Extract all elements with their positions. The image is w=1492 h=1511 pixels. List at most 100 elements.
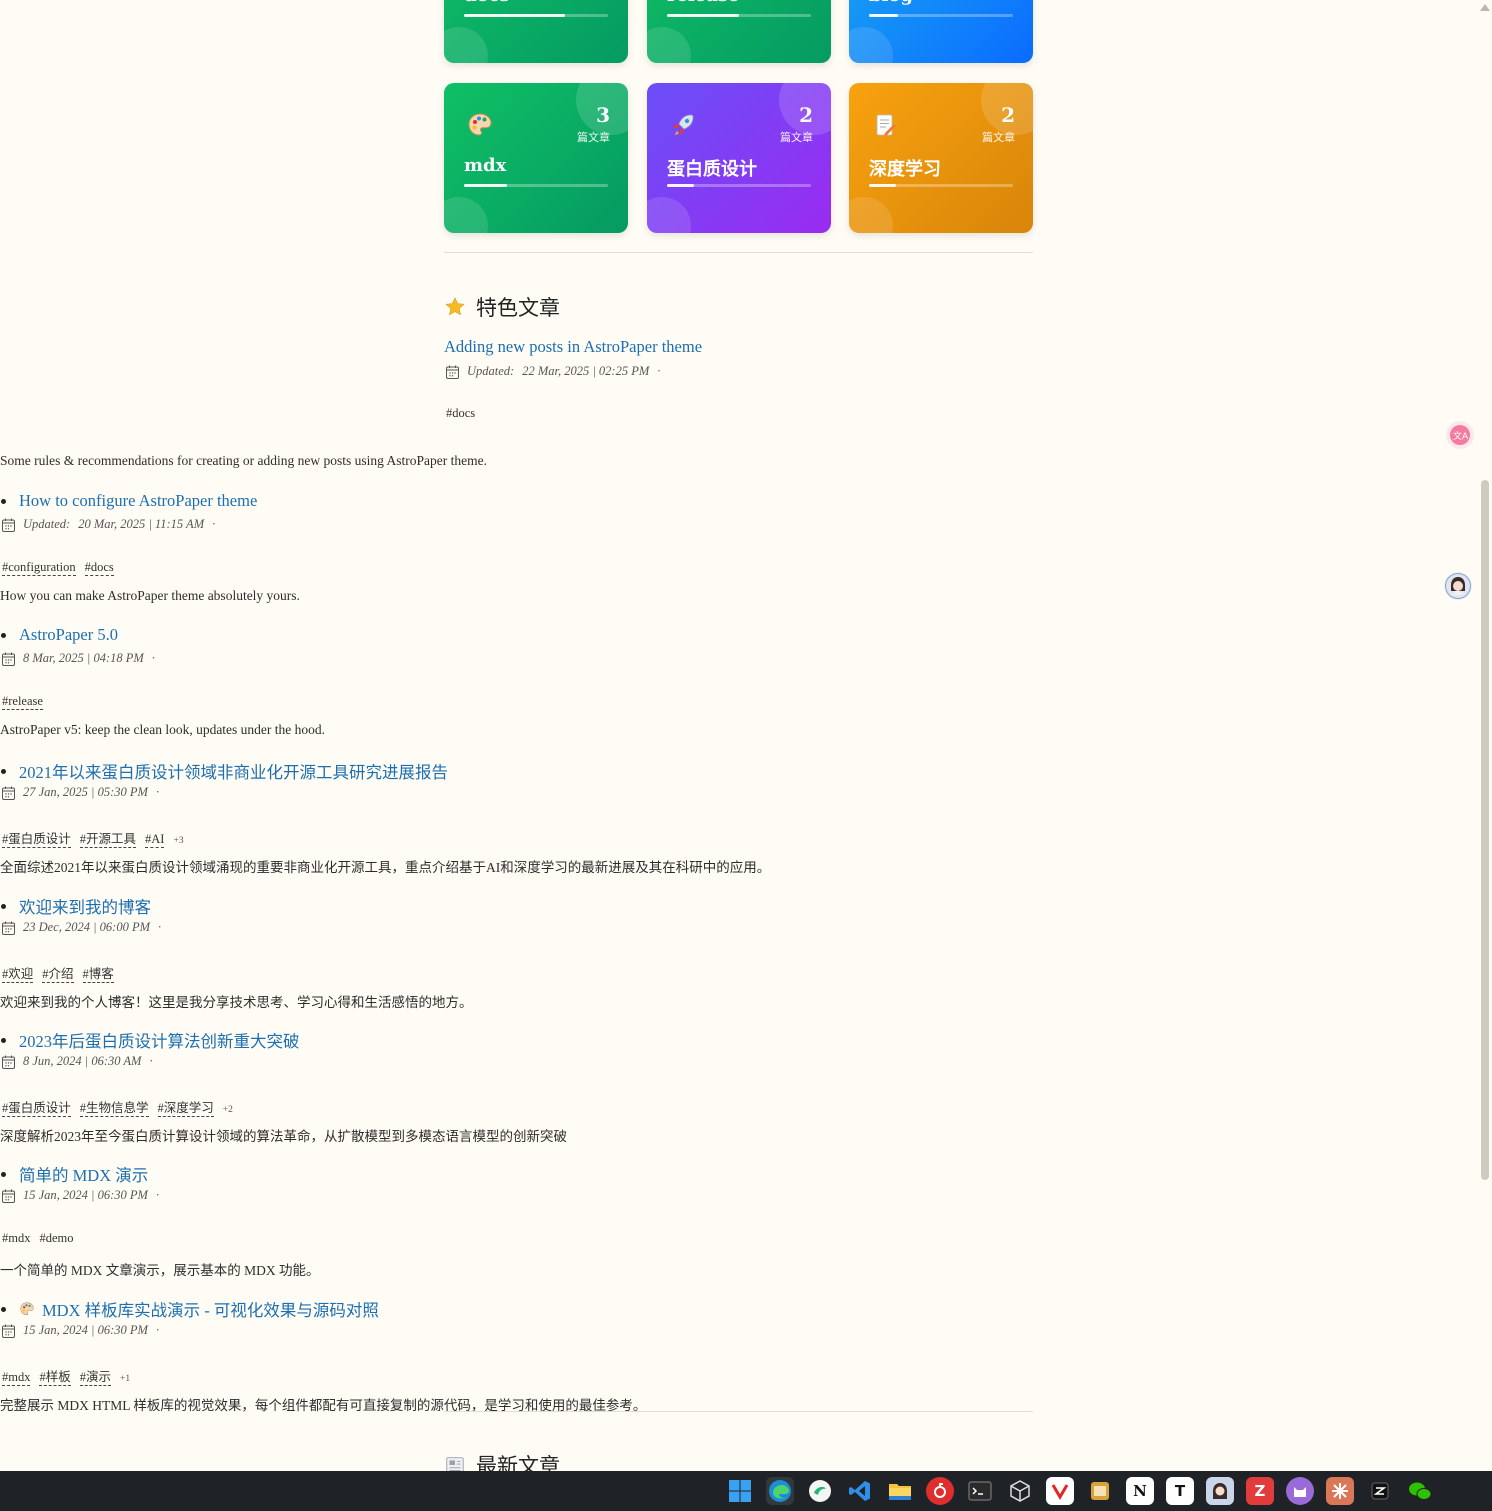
category-card-protein-design[interactable]: 2 篇文章 蛋白质设计 [647, 83, 831, 233]
typora-icon[interactable]: T [1166, 1477, 1194, 1505]
vscode-icon[interactable] [846, 1477, 874, 1505]
list-item: 2023年后蛋白质设计算法创新重大突破 [0, 1028, 300, 1052]
progress-bar [667, 14, 811, 17]
category-card-docs[interactable]: docs [444, 0, 628, 63]
app-green-icon[interactable] [806, 1477, 834, 1505]
post-date: 27 Jan, 2025 | 05:30 PM [23, 785, 148, 799]
post-meta: 27 Jan, 2025 | 05:30 PM · [2, 785, 159, 800]
list-item: 简单的 MDX 演示 [0, 1162, 148, 1186]
avatar-app-icon[interactable] [1206, 1477, 1234, 1505]
meta-separator: · [212, 517, 216, 531]
tag-link[interactable]: #博客 [82, 963, 114, 983]
post-date: 15 Jan, 2024 | 06:30 PM [23, 1188, 148, 1202]
list-item: 2021年以来蛋白质设计领域非商业化开源工具研究进展报告 [0, 759, 448, 783]
post-title-link[interactable]: How to configure AstroPaper theme [19, 491, 257, 511]
tag-link[interactable]: #configuration [2, 560, 76, 576]
netease-music-icon[interactable] [926, 1477, 954, 1505]
post-date: 20 Mar, 2025 | 11:15 AM [78, 517, 205, 531]
tag-link[interactable]: #蛋白质设计 [2, 828, 71, 848]
scroll-up-arrow[interactable] [1480, 4, 1490, 11]
tag-link[interactable]: #mdx [2, 1231, 30, 1246]
post-title-link[interactable]: 2023年后蛋白质设计算法创新重大突破 [19, 1028, 300, 1052]
progress-bar [464, 14, 608, 17]
post-title-link[interactable]: 简单的 MDX 演示 [19, 1162, 148, 1186]
scrollbar-thumb[interactable] [1481, 480, 1489, 1180]
svg-text:文A: 文A [1453, 430, 1469, 442]
post-date: 8 Mar, 2025 | 04:18 PM [23, 651, 144, 665]
tag-link[interactable]: #蛋白质设计 [2, 1097, 71, 1117]
category-card-mdx[interactable]: 3 篇文章 mdx [444, 83, 628, 233]
bullet [1, 1306, 6, 1312]
wechat-icon[interactable] [1406, 1477, 1434, 1505]
yandex-icon[interactable] [1046, 1477, 1074, 1505]
file-explorer-icon[interactable] [886, 1477, 914, 1505]
more-tags-count[interactable]: +3 [173, 836, 183, 846]
more-tags-count[interactable]: +2 [223, 1105, 233, 1115]
zotero-icon[interactable]: Z [1246, 1477, 1274, 1505]
post-meta: 15 Jan, 2024 | 06:30 PM · [2, 1323, 159, 1338]
post-description: 深度解析2023年至今蛋白质计算设计领域的算法革命，从扩散模型到多模态语言模型的… [0, 1129, 567, 1144]
post-count: 2 [799, 103, 813, 127]
progress-bar [869, 14, 1013, 17]
tag-link[interactable]: #AI [145, 832, 165, 848]
app-black-icon[interactable] [1366, 1477, 1394, 1505]
post-tags: #蛋白质设计 #生物信息学 #深度学习 +2 [2, 1097, 233, 1117]
post-description: 全面综述2021年以来蛋白质设计领域涌现的重要非商业化开源工具，重点介绍基于AI… [0, 860, 771, 875]
tag-link[interactable]: #mdx [2, 1370, 31, 1386]
tag-link[interactable]: #介绍 [42, 963, 74, 983]
section-divider [444, 1411, 1033, 1412]
tag-link[interactable]: #生物信息学 [79, 1097, 149, 1117]
translate-button[interactable]: 文A [1446, 421, 1474, 449]
more-tags-count[interactable]: +1 [120, 1374, 130, 1384]
category-name: release [667, 0, 739, 6]
category-card-release[interactable]: release [647, 0, 831, 63]
tag-link[interactable]: #开源工具 [79, 828, 137, 848]
unity-icon[interactable] [1006, 1477, 1034, 1505]
palette-icon [20, 1302, 34, 1316]
tag-link[interactable]: #release [2, 694, 43, 710]
category-card-deep-learning[interactable]: 2 篇文章 深度学习 [849, 83, 1033, 233]
tag-link[interactable]: #docs [446, 406, 475, 421]
calendar-icon [2, 921, 15, 935]
post-date: 15 Jan, 2024 | 06:30 PM [23, 1323, 148, 1337]
scrollbar[interactable] [1478, 0, 1492, 1471]
tag-link[interactable]: #欢迎 [2, 963, 34, 983]
category-name: 蛋白质设计 [667, 159, 757, 180]
bullet [1, 498, 6, 504]
category-name: mdx [464, 155, 507, 176]
post-count-unit: 篇文章 [577, 131, 610, 144]
notion-icon[interactable]: N [1126, 1477, 1154, 1505]
post-description: 一个简单的 MDX 文章演示，展示基本的 MDX 功能。 [0, 1263, 320, 1278]
post-title-link[interactable]: AstroPaper 5.0 [19, 625, 118, 645]
section-heading: 特色文章 [476, 296, 560, 320]
tag-link[interactable]: #深度学习 [157, 1097, 214, 1117]
meta-separator: · [151, 651, 155, 665]
meta-separator: · [155, 785, 160, 799]
tag-link[interactable]: #demo [39, 1231, 73, 1246]
post-meta: 8 Jun, 2024 | 06:30 AM · [2, 1054, 153, 1069]
edge-icon[interactable] [766, 1477, 794, 1505]
bullet [1, 768, 6, 774]
post-title-link[interactable]: 欢迎来到我的博客 [19, 894, 151, 918]
post-title-link[interactable]: Adding new posts in AstroPaper theme [444, 337, 702, 357]
notes-icon[interactable] [1086, 1477, 1114, 1505]
category-card-blog[interactable]: blog [849, 0, 1033, 63]
cat-app-icon[interactable] [1286, 1477, 1314, 1505]
bullet [1, 1171, 6, 1177]
post-date: 22 Mar, 2025 | 02:25 PM [522, 364, 650, 378]
post-description: How you can make AstroPaper theme absolu… [0, 588, 300, 603]
claude-icon[interactable] [1326, 1477, 1354, 1505]
tag-link[interactable]: #docs [84, 560, 114, 576]
progress-bar [464, 184, 608, 187]
post-meta: Updated: 20 Mar, 2025 | 11:15 AM · [2, 517, 215, 532]
post-title-link[interactable]: 2021年以来蛋白质设计领域非商业化开源工具研究进展报告 [19, 759, 448, 783]
tag-link[interactable]: #样板 [39, 1366, 71, 1386]
assistant-avatar-button[interactable] [1444, 572, 1472, 600]
windows-start-icon[interactable] [726, 1477, 754, 1505]
terminal-icon[interactable] [966, 1477, 994, 1505]
post-title-link[interactable]: MDX 样板库实战演示 - 可视化效果与源码对照 [42, 1297, 379, 1321]
tag-link[interactable]: #演示 [79, 1366, 112, 1386]
post-tags: #mdx #demo [2, 1231, 74, 1246]
bullet [1, 1037, 6, 1043]
calendar-icon [2, 1189, 15, 1203]
